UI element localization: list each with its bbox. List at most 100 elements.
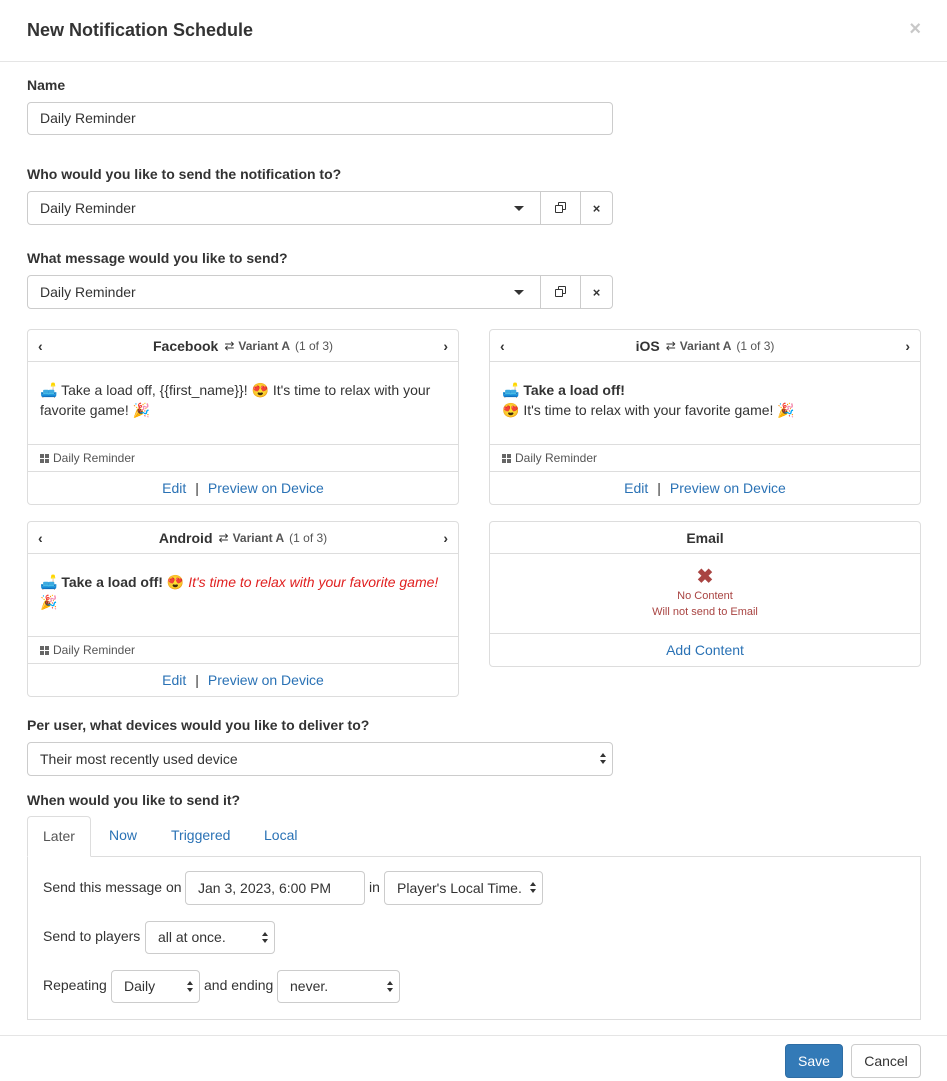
variant-label: Variant A	[232, 530, 285, 545]
timezone-select-value: Player's Local Time.	[397, 880, 522, 896]
chevron-right-icon[interactable]: ›	[443, 530, 448, 546]
heart-eyes-emoji: 😍	[251, 382, 269, 398]
grid-icon	[40, 453, 49, 463]
chevron-right-icon[interactable]: ›	[443, 338, 448, 354]
preview-title: Take a load off!	[523, 382, 625, 398]
send-on-label: Send this message on	[43, 879, 182, 895]
caret-down-icon	[514, 290, 524, 295]
facebook-card: ‹ Facebook ⇄ Variant A (1 of 3) › 🛋️ Tak…	[27, 329, 459, 505]
tab-local[interactable]: Local	[249, 816, 312, 857]
repeating-select-value: Daily	[124, 978, 156, 994]
repeating-select[interactable]: Daily	[111, 970, 200, 1003]
ending-select[interactable]: never.	[277, 970, 400, 1003]
variant-count: (1 of 3)	[289, 530, 328, 545]
tab-triggered[interactable]: Triggered	[156, 816, 245, 857]
message-select-group: Daily Reminder ×	[27, 275, 613, 309]
card-footer: Daily Reminder	[28, 445, 458, 472]
preview-title: Take a load off!	[61, 574, 163, 590]
repeating-label: Repeating	[43, 977, 107, 993]
chevron-left-icon[interactable]: ‹	[38, 530, 43, 546]
link-separator: |	[195, 672, 199, 688]
shuffle-icon: ⇄	[218, 530, 229, 545]
heart-eyes-emoji: 😍	[166, 574, 185, 590]
modal-title: New Notification Schedule	[27, 20, 254, 40]
message-preview: 🛋️ Take a load off! 😍 It's time to relax…	[28, 554, 458, 637]
edit-link[interactable]: Edit	[162, 672, 186, 688]
timezone-select[interactable]: Player's Local Time.	[384, 871, 543, 905]
select-arrows-icon	[530, 882, 536, 894]
card-actions: Edit | Preview on Device	[28, 472, 458, 504]
message-select[interactable]: Daily Reminder	[28, 276, 540, 308]
select-arrows-icon	[187, 981, 193, 993]
card-header: Email	[490, 522, 920, 554]
date-input[interactable]: Jan 3, 2023, 6:00 PM	[185, 871, 365, 905]
variant-count: (1 of 3)	[736, 338, 775, 353]
card-header: ‹ Android ⇄ Variant A (1 of 3) ›	[28, 522, 458, 554]
link-separator: |	[195, 480, 199, 496]
android-card: ‹ Android ⇄ Variant A (1 of 3) › 🛋️ Take…	[27, 521, 459, 697]
message-clear-button[interactable]: ×	[580, 276, 612, 308]
copy-icon	[554, 286, 567, 298]
tab-later[interactable]: Later	[27, 816, 91, 857]
couch-emoji: 🛋️	[40, 574, 58, 590]
message-select-value: Daily Reminder	[40, 284, 136, 300]
preview-on-device-link[interactable]: Preview on Device	[208, 480, 324, 496]
preview-on-device-link[interactable]: Preview on Device	[670, 480, 786, 496]
name-label: Name	[27, 77, 66, 93]
card-actions: Edit | Preview on Device	[490, 472, 920, 504]
shuffle-icon: ⇄	[665, 338, 676, 353]
ios-card: ‹ iOS ⇄ Variant A (1 of 3) › 🛋️ Take a l…	[489, 329, 921, 505]
ending-select-value: never.	[290, 978, 329, 994]
select-arrows-icon	[262, 932, 268, 944]
send-to-select[interactable]: all at once.	[145, 921, 275, 954]
chevron-left-icon[interactable]: ‹	[38, 338, 43, 354]
audience-label: Who would you like to send the notificat…	[27, 166, 342, 182]
card-header: ‹ iOS ⇄ Variant A (1 of 3) ›	[490, 330, 920, 362]
email-card: Email ✖ No Content Will not send to Emai…	[489, 521, 921, 667]
preview-on-device-link[interactable]: Preview on Device	[208, 672, 324, 688]
audience-copy-button[interactable]	[540, 192, 580, 224]
party-emoji: 🎉	[777, 402, 795, 418]
save-button[interactable]: Save	[785, 1044, 843, 1078]
copy-icon	[554, 202, 567, 214]
select-arrows-icon	[600, 753, 606, 765]
select-arrows-icon	[387, 981, 393, 993]
will-not-send-text: Will not send to Email	[652, 606, 758, 618]
message-preview: 🛋️ Take a load off, {{first_name}}! 😍 It…	[28, 362, 458, 445]
preview-text: It's time to relax with your favorite ga…	[188, 574, 439, 590]
party-emoji: 🎉	[40, 594, 58, 610]
chevron-left-icon[interactable]: ‹	[500, 338, 505, 354]
variant-count: (1 of 3)	[294, 338, 333, 353]
grid-icon	[40, 645, 49, 655]
couch-emoji: 🛋️	[502, 382, 520, 398]
x-mark-icon: ✖	[696, 566, 714, 588]
edit-link[interactable]: Edit	[162, 480, 186, 496]
card-actions: Add Content	[490, 634, 920, 666]
grid-icon	[502, 453, 511, 463]
add-content-link[interactable]: Add Content	[666, 642, 744, 658]
send-to-select-value: all at once.	[158, 929, 226, 945]
devices-select[interactable]: Their most recently used device	[27, 742, 613, 776]
message-copy-button[interactable]	[540, 276, 580, 308]
edit-link[interactable]: Edit	[624, 480, 648, 496]
close-icon[interactable]: ×	[909, 18, 921, 41]
link-separator: |	[657, 480, 661, 496]
platform-name: iOS	[635, 337, 660, 354]
audience-clear-button[interactable]: ×	[580, 192, 612, 224]
audience-select[interactable]: Daily Reminder	[28, 192, 540, 224]
caret-down-icon	[514, 206, 524, 211]
preview-text: Take a load off, {{first_name}}!	[61, 382, 248, 398]
message-name: Daily Reminder	[53, 451, 136, 465]
shuffle-icon: ⇄	[224, 338, 235, 353]
name-input[interactable]: Daily Reminder	[27, 102, 613, 135]
modal-header: New Notification Schedule ×	[0, 0, 947, 62]
heart-eyes-emoji: 😍	[502, 402, 520, 418]
card-footer: Daily Reminder	[28, 637, 458, 664]
platform-name: Facebook	[152, 337, 219, 354]
tab-now[interactable]: Now	[94, 816, 152, 857]
card-actions: Edit | Preview on Device	[28, 664, 458, 696]
in-label: in	[369, 879, 380, 895]
variant-label: Variant A	[238, 338, 290, 353]
cancel-button[interactable]: Cancel	[851, 1044, 921, 1078]
chevron-right-icon[interactable]: ›	[905, 338, 910, 354]
